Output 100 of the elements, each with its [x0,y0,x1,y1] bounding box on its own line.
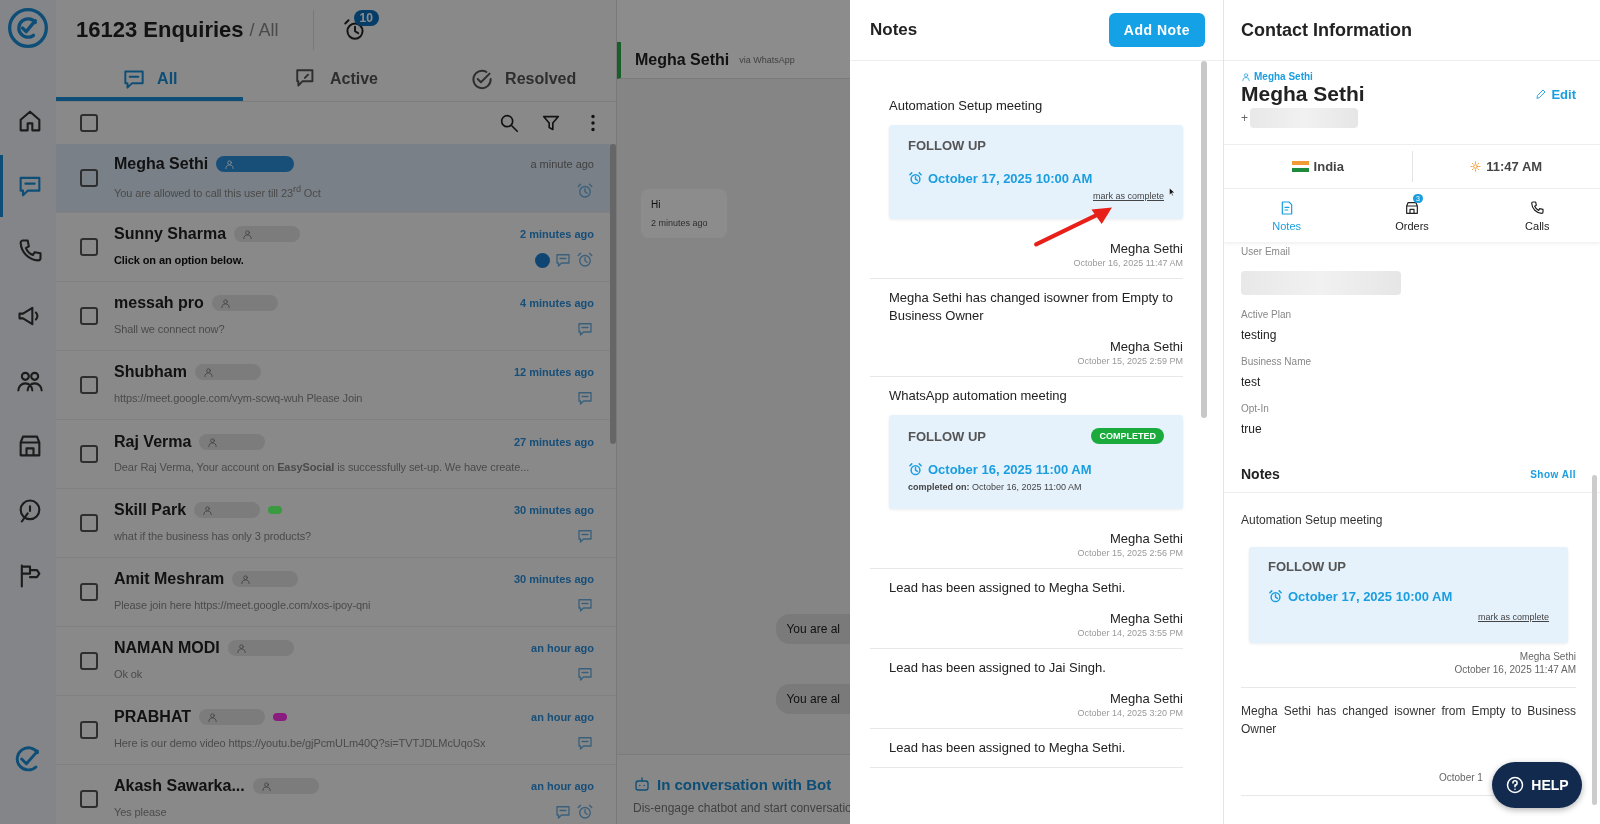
note-time: October 15, 2025 2:56 PM [1077,548,1183,558]
follow-up-label: FOLLOW UP [1268,559,1346,574]
conversation-row[interactable]: Amit Meshram 30 minutes ago Please join here https://meet.google.com/xos-ipoy-qni [56,558,616,627]
contact-name: Sunny Sharma [114,225,227,243]
message-preview: Please join here https://meet.google.com/xos-ipoy-qni [114,598,371,613]
note-author: Megha Sethi [1110,531,1183,546]
person-icon [260,780,272,792]
message-text: You are al [786,622,840,637]
row-checkbox[interactable] [80,376,98,394]
note-time: October 14, 2025 3:55 PM [1077,628,1183,638]
field-label: Opt-In [1241,403,1270,414]
store-icon [1404,199,1420,216]
logo-icon[interactable] [6,6,50,50]
sun-icon [1470,161,1482,172]
page-title: 16123 Enquiries [76,17,244,43]
message-preview: Dear Raj Verma, Your account on EasySocial is successfully set-up. We have create... [114,460,530,475]
row-checkbox[interactable] [80,721,98,739]
row-checkbox[interactable] [80,652,98,670]
note-time: October 16, 2025 11:47 AM [1073,258,1183,268]
conversation-row[interactable]: NAMAN MODI an hour ago Ok ok [56,627,616,696]
timestamp: an hour ago [531,711,594,723]
contact-name: Megha Sethi [114,155,209,174]
message-text: You are al [786,692,840,707]
note-text: WhatsApp automation meeting [889,387,1068,405]
scrollbar[interactable] [610,144,616,444]
note-author: Megha Sethi [1110,339,1183,354]
follow-up-label: FOLLOW UP [908,428,986,444]
note-author: Megha Sethi [1110,241,1183,256]
field-value: true [1241,422,1263,436]
field-label: Business Name [1241,356,1313,367]
completed-badge: COMPLETED [1091,428,1164,444]
note-text: Megha Sethi has changed isowner from Empty to Business Owner [889,289,1174,325]
local-time: 11:47 AM [1486,159,1543,174]
select-all-checkbox[interactable] [80,114,98,132]
note-time: October 1 [1439,772,1483,783]
row-checkbox[interactable] [80,790,98,808]
row-checkbox[interactable] [80,445,98,463]
person-icon [219,297,231,309]
person-icon [207,436,219,448]
row-checkbox[interactable] [80,514,98,532]
note-time: October 16, 2025 11:47 AM [1454,664,1576,675]
count-badge: 10 [353,10,379,26]
follow-up-date: October 16, 2025 11:00 AM [928,462,1092,477]
banner-title: In conversation with Bot [657,775,832,793]
add-note-button[interactable]: Add Note [1108,13,1205,47]
timestamp: 4 minutes ago [520,297,594,309]
row-checkbox[interactable] [80,238,98,256]
conversation-row[interactable]: Akash Sawarka... an hour ago Yes please [56,765,616,824]
contact-name: Akash Sawarka... [114,777,245,795]
phone-number: + [1241,111,1248,125]
owner-name: Megha Sethi [1254,71,1313,82]
contact-tab[interactable]: Notes [1224,189,1350,242]
contact-name: NAMAN MODI [114,639,220,657]
timestamp: an hour ago [531,780,594,792]
person-icon [202,366,214,378]
person-icon [242,228,254,240]
contact-tab[interactable]: Calls [1474,189,1600,242]
mark-complete-link[interactable]: mark as complete [1477,612,1549,622]
follow-up-date: October 17, 2025 10:00 AM [928,171,1093,186]
message-preview: Click on an option below. [114,253,244,268]
view-label: / All [249,19,279,41]
filter-tab[interactable]: Resolved [429,60,616,101]
row-checkbox[interactable] [80,169,98,187]
note-author: Megha Sethi [1110,611,1183,626]
row-checkbox[interactable] [80,307,98,325]
contact-name: Amit Meshram [114,570,225,588]
message-preview: Shall we connect now? [114,322,225,337]
pencil-icon [1535,88,1548,100]
conversation-row[interactable]: Skill Park 30 minutes ago what if the business has only 3 products? [56,489,616,558]
note-text: Automation Setup meeting [1241,512,1384,529]
person-icon [235,642,247,654]
timestamp: an hour ago [531,642,594,654]
note-time: October 14, 2025 3:20 PM [1077,708,1183,718]
mark-complete-link[interactable]: mark as complete [1092,191,1164,201]
row-checkbox[interactable] [80,583,98,601]
timestamp: 30 minutes ago [513,573,594,585]
flag-icon [1291,161,1309,172]
note-text: Automation Setup meeting [889,97,1044,115]
search-icon[interactable] [498,112,520,134]
message-time: 2 minutes ago [651,218,709,229]
panel-title: Contact Information [1241,19,1412,41]
scrollbar[interactable] [1592,475,1597,805]
help-button[interactable]: HELP [1492,762,1582,808]
message-preview: Yes please [114,805,167,820]
channel-label: via WhatsApp [739,55,795,66]
contact-name: Skill Park [114,501,187,519]
message-preview: Ok ok [114,667,143,682]
person-icon [1241,71,1251,82]
section-title: Notes [1241,466,1280,482]
field-label: Active Plan [1241,309,1293,320]
edit-button[interactable]: Edit [1535,86,1580,102]
show-all-link[interactable]: Show All [1530,468,1576,480]
scrollbar[interactable] [1201,61,1207,418]
bot-icon [633,775,651,794]
filter-tab[interactable]: Active [242,60,430,101]
chat-contact-name: Megha Sethi [635,51,730,70]
person-icon [207,711,219,723]
field-value: testing [1241,328,1278,342]
timestamp: 27 minutes ago [513,436,594,448]
person-icon [240,573,252,585]
